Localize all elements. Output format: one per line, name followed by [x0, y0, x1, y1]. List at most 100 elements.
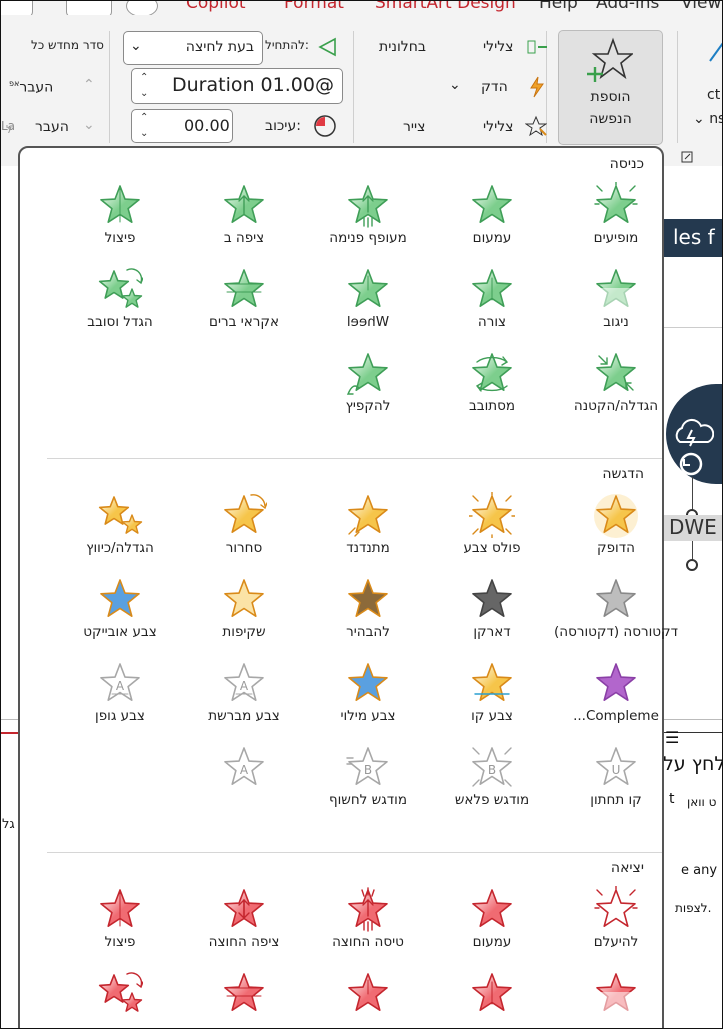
star-effect-icon: [224, 269, 264, 308]
animation-effect[interactable]: צבע מילוי: [313, 660, 423, 738]
animation-effect[interactable]: U קו תחתון: [561, 744, 671, 822]
spin-down-icon[interactable]: ⌄: [140, 129, 148, 139]
qat-account-button[interactable]: [126, 1, 158, 15]
animation-effect[interactable]: הגדל וסובב: [65, 266, 175, 344]
animation-effect[interactable]: צבע אובייקט: [65, 576, 175, 654]
lightning-icon[interactable]: [527, 75, 547, 99]
star-effect-icon: A: [100, 663, 140, 702]
animation-effect[interactable]: הגדלה/כיווץ: [65, 492, 175, 570]
animation-effect-label: ניגוב: [603, 314, 629, 330]
trigger-label[interactable]: הדק: [481, 79, 508, 95]
painter-label[interactable]: צייר: [403, 119, 425, 135]
animation-effect[interactable]: להיעלם: [561, 886, 671, 964]
pane-label[interactable]: בחלונית: [379, 39, 426, 55]
animation-effect[interactable]: [437, 970, 547, 1028]
animation-effect-label: צבע מילוי: [340, 708, 396, 724]
star-effect-icon: [100, 185, 140, 224]
animation-effect[interactable]: פיצול: [65, 182, 175, 260]
chevron-down-icon[interactable]: ⌄: [83, 117, 95, 133]
ribbon-tab[interactable]: Help: [539, 1, 578, 13]
animation-effect[interactable]: עמעום: [437, 182, 547, 260]
slide-text-any: e any: [681, 863, 718, 878]
delay-label: עיכוב:: [265, 118, 301, 134]
add-animation-button[interactable]: הוספת הנפשה: [558, 30, 663, 145]
animation-pane-label[interactable]: צלילי: [483, 39, 513, 55]
ribbon-tab[interactable]: Add-ins: [596, 1, 659, 13]
effect-options-arrow-icon[interactable]: [707, 39, 723, 65]
section-title: יציאה: [610, 860, 644, 876]
animation-effect[interactable]: עמעום: [437, 886, 547, 964]
star-effect-icon: [472, 973, 512, 1012]
rotate-handle-icon[interactable]: [671, 449, 711, 479]
animation-effect-label: דארקן: [473, 624, 511, 640]
dialog-launcher-icon[interactable]: [681, 151, 693, 163]
animation-effect[interactable]: הגדלה/הקטנה: [561, 350, 671, 428]
animation-effect-label: Wheel: [346, 314, 390, 330]
animation-effect[interactable]: A צבע גופן: [65, 660, 175, 738]
spin-up-icon[interactable]: ⌃: [140, 113, 148, 123]
animation-effect[interactable]: מעופף פנימה: [313, 182, 423, 260]
move-earlier-button[interactable]: העבראפ: [9, 79, 53, 96]
painter-sound-label[interactable]: צלילי: [483, 119, 513, 135]
animation-effect[interactable]: ציפה ב: [189, 182, 299, 260]
ribbon-tab[interactable]: View: [681, 1, 721, 13]
add-animation-label-2: הנפשה: [589, 111, 632, 127]
ribbon-tab[interactable]: SmartArt Design: [375, 1, 516, 13]
move-later-button[interactable]: העבר: [35, 119, 69, 135]
animation-effect[interactable]: צורה: [437, 266, 547, 344]
animation-effect[interactable]: טיסה החוצה: [313, 886, 423, 964]
animation-effect[interactable]: Wheel: [313, 266, 423, 344]
animation-effect[interactable]: אקראי ברים: [189, 266, 299, 344]
animation-pane-icon[interactable]: [525, 37, 549, 57]
animation-effect-label: פיצול: [104, 230, 136, 246]
animation-effect[interactable]: [189, 970, 299, 1028]
animation-effect[interactable]: A: [189, 744, 299, 822]
ribbon-tab[interactable]: Format: [284, 1, 344, 13]
animation-effect[interactable]: B מודגש פלאש: [437, 744, 547, 822]
animation-effect[interactable]: להקפיץ: [313, 350, 423, 428]
resize-handle-bottom[interactable]: [686, 559, 698, 571]
qat-share-button[interactable]: [66, 1, 112, 15]
chevron-up-icon[interactable]: ⌃: [83, 77, 95, 93]
animation-effect[interactable]: ציפה החוצה: [189, 886, 299, 964]
animation-effect[interactable]: שקיפות: [189, 576, 299, 654]
ribbon-partial-text-2: ⌄ ns: [693, 111, 722, 127]
animation-effect[interactable]: Compleme...: [561, 660, 671, 738]
duration-field[interactable]: Duration 01.00@ ⌃ ⌄: [131, 68, 343, 104]
qat-back-button[interactable]: [1, 1, 33, 15]
spin-down-icon[interactable]: ⌄: [140, 89, 148, 99]
ribbon-partial-text-1: ct: [707, 87, 721, 103]
star-effect-icon: [100, 889, 140, 928]
delay-field[interactable]: 00.00 ⌃ ⌄: [131, 109, 233, 143]
slide-body-text: כלחץ על: [663, 753, 722, 775]
animation-effect[interactable]: [65, 970, 175, 1028]
animation-effect[interactable]: צבע קו: [437, 660, 547, 738]
animation-effect[interactable]: מסתובב: [437, 350, 547, 428]
animation-effect[interactable]: [313, 970, 423, 1028]
ribbon-tab[interactable]: Copilot: [186, 1, 246, 13]
star-effect-icon: [595, 973, 637, 1016]
star-effect-icon: [348, 185, 388, 228]
animation-effect[interactable]: סחרור: [189, 492, 299, 570]
animation-effect-label: סחרור: [225, 540, 263, 556]
animation-effect[interactable]: ניגוב: [561, 266, 671, 344]
animation-effect[interactable]: פולס צבע: [437, 492, 547, 570]
add-animation-label-1: הוספת: [590, 89, 631, 105]
animation-painter-icon[interactable]: [525, 115, 547, 137]
trigger-dropdown-icon[interactable]: ⌄: [449, 77, 461, 93]
start-dropdown[interactable]: בעת לחיצה ⌄: [123, 31, 263, 65]
animation-effect[interactable]: A צבע מברשת: [189, 660, 299, 738]
animation-effect[interactable]: דקטורסה (דקטורסה): [554, 576, 678, 654]
animation-effect[interactable]: מתנדנד: [313, 492, 423, 570]
animation-effect-label: מעופף פנימה: [329, 230, 407, 246]
animation-effect[interactable]: פיצול: [65, 886, 175, 964]
animation-effect[interactable]: B מודגש לחשוף: [313, 744, 423, 822]
animation-effect[interactable]: הדופק: [561, 492, 671, 570]
animation-gallery: כניסה מופיעים עמעום מעופף פנימה ציפה ב פיצול נ…: [18, 146, 678, 1028]
animation-effect[interactable]: להבהיר: [313, 576, 423, 654]
animation-effect[interactable]: מופיעים: [561, 182, 671, 260]
animation-effect-label: עמעום: [472, 230, 512, 246]
animation-effect[interactable]: [561, 970, 671, 1028]
spin-up-icon[interactable]: ⌃: [140, 73, 148, 83]
animation-effect[interactable]: דארקן: [437, 576, 547, 654]
